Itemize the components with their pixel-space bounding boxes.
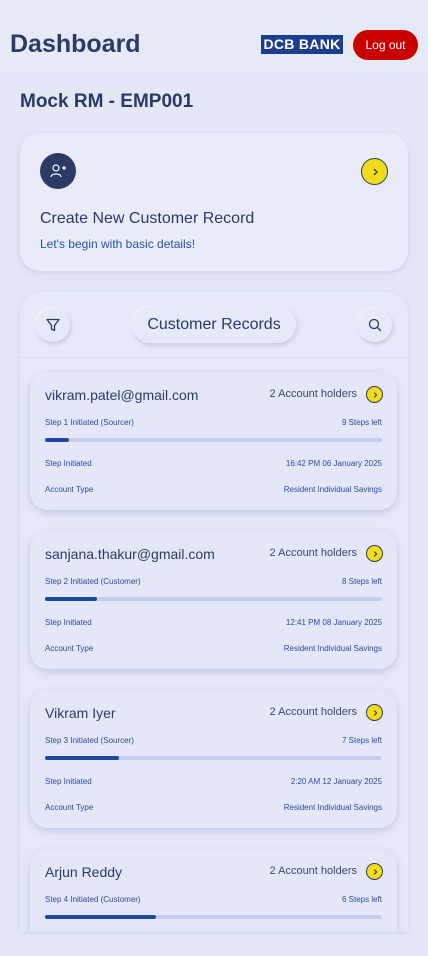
step-status: Step 2 Initiated (Customer) (45, 577, 141, 586)
account-holders: 2 Account holders (269, 547, 357, 559)
account-holders: 2 Account holders (269, 388, 357, 400)
progress-bar (45, 438, 382, 442)
chevron-right-icon[interactable] (366, 863, 383, 880)
progress-bar (45, 597, 382, 601)
chevron-right-icon[interactable] (366, 386, 383, 403)
steps-left: 9 Steps left (341, 418, 382, 427)
customer-record-card[interactable]: vikram.patel@gmail.com 2 Account holders… (30, 372, 397, 510)
step-initiated-time: 16:42 PM 06 January 2025 (285, 459, 382, 468)
step-status: Step 3 Initiated (Sourcer) (45, 736, 134, 745)
logout-button[interactable]: Log out (353, 30, 418, 60)
app-header: Dashboard DCB BANK Log out (0, 0, 428, 70)
customer-record-card[interactable]: sanjana.thakur@gmail.com 2 Account holde… (30, 531, 397, 669)
account-holders: 2 Account holders (269, 865, 357, 877)
step-initiated-time: 12:41 PM 08 January 2025 (285, 618, 382, 627)
progress-bar (45, 915, 382, 919)
chevron-right-icon[interactable] (366, 704, 383, 721)
customer-name: Vikram Iyer (45, 705, 116, 721)
step-initiated-label: Step Initiated (45, 618, 92, 627)
filter-icon (46, 318, 60, 332)
search-icon (368, 318, 382, 332)
page-title: Dashboard (10, 30, 141, 58)
account-type-label: Account Type (45, 644, 94, 653)
step-status: Step 1 Initiated (Sourcer) (45, 418, 134, 427)
filter-button[interactable] (36, 308, 70, 342)
dcb-bank-logo: DCB BANK (261, 35, 343, 54)
progress-bar (45, 756, 382, 760)
create-card-subtitle: Let's begin with basic details! (40, 237, 196, 251)
progress-fill (45, 915, 157, 919)
add-user-icon (40, 153, 76, 189)
steps-left: 8 Steps left (341, 577, 382, 586)
step-initiated-label: Step Initiated (45, 459, 92, 468)
step-status: Step 4 Initiated (Customer) (45, 895, 141, 904)
rm-name: Mock RM - EMP001 (20, 91, 194, 112)
account-type-value: Resident Individual Savings (283, 803, 382, 812)
customer-record-card[interactable]: Arjun Reddy 2 Account holders Step 4 Ini… (30, 849, 397, 932)
customer-name: vikram.patel@gmail.com (45, 387, 199, 403)
search-button[interactable] (358, 308, 392, 342)
account-type-value: Resident Individual Savings (283, 485, 382, 494)
chevron-right-icon[interactable] (366, 545, 383, 562)
account-holders: 2 Account holders (269, 706, 357, 718)
create-customer-card[interactable]: Create New Customer Record Let's begin w… (20, 133, 408, 271)
steps-left: 6 Steps left (341, 895, 382, 904)
customer-name: sanjana.thakur@gmail.com (45, 546, 215, 562)
divider (20, 357, 408, 358)
step-initiated-label: Step Initiated (45, 777, 92, 786)
account-type-value: Resident Individual Savings (283, 644, 382, 653)
progress-fill (45, 756, 120, 760)
customer-record-card[interactable]: Vikram Iyer 2 Account holders Step 3 Ini… (30, 690, 397, 828)
step-initiated-time: 2:20 AM 12 January 2025 (290, 777, 382, 786)
account-type-label: Account Type (45, 803, 94, 812)
customer-records-panel: Customer Records vikram.patel@gmail.com … (20, 292, 408, 932)
progress-fill (45, 597, 98, 601)
account-type-label: Account Type (45, 485, 94, 494)
progress-fill (45, 438, 69, 442)
customer-records-title: Customer Records (132, 307, 296, 343)
customer-name: Arjun Reddy (45, 864, 123, 880)
create-card-title: Create New Customer Record (40, 210, 255, 227)
chevron-right-icon[interactable] (361, 158, 388, 185)
steps-left: 7 Steps left (341, 736, 382, 745)
